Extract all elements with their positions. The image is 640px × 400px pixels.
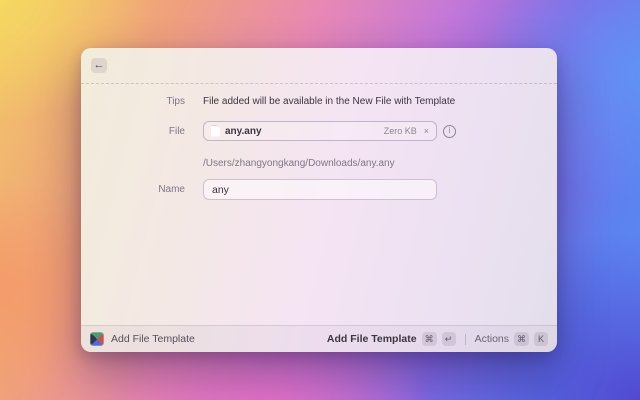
file-chip[interactable]: any.any Zero KB × [203, 121, 437, 141]
file-path-row: /Users/zhangyongkang/Downloads/any.any [81, 156, 557, 170]
name-row: Name [81, 179, 557, 200]
file-path-text: /Users/zhangyongkang/Downloads/any.any [203, 158, 395, 169]
remove-file-icon[interactable]: × [424, 126, 429, 136]
name-input[interactable] [203, 179, 437, 200]
document-icon [211, 126, 220, 137]
extension-title: Add File Template [111, 333, 195, 345]
cmd-key-icon: ⌘ [514, 332, 529, 346]
actions-button[interactable]: Actions [475, 333, 509, 345]
file-label: File [81, 126, 185, 137]
tips-label: Tips [81, 96, 185, 107]
action-bar: Add File Template Add File Template ⌘ ↵ … [81, 325, 557, 352]
k-key-icon: K [534, 332, 548, 346]
name-label: Name [81, 184, 185, 195]
file-row: File any.any Zero KB × i [81, 121, 557, 141]
footer-divider [465, 334, 466, 345]
tips-text: File added will be available in the New … [203, 96, 455, 107]
cmd-key-icon: ⌘ [422, 332, 437, 346]
file-chip-name: any.any [225, 126, 262, 137]
extension-icon [90, 332, 104, 346]
back-arrow-icon: ← [94, 60, 105, 71]
file-chip-size: Zero KB [384, 126, 417, 136]
window-header: ← [81, 48, 557, 84]
raycast-window: ← Tips File added will be available in t… [81, 48, 557, 352]
primary-action-button[interactable]: Add File Template [327, 333, 417, 345]
return-key-icon: ↵ [442, 332, 456, 346]
tips-row: Tips File added will be available in the… [81, 94, 557, 108]
back-button[interactable]: ← [91, 58, 107, 73]
info-icon[interactable]: i [443, 125, 456, 138]
